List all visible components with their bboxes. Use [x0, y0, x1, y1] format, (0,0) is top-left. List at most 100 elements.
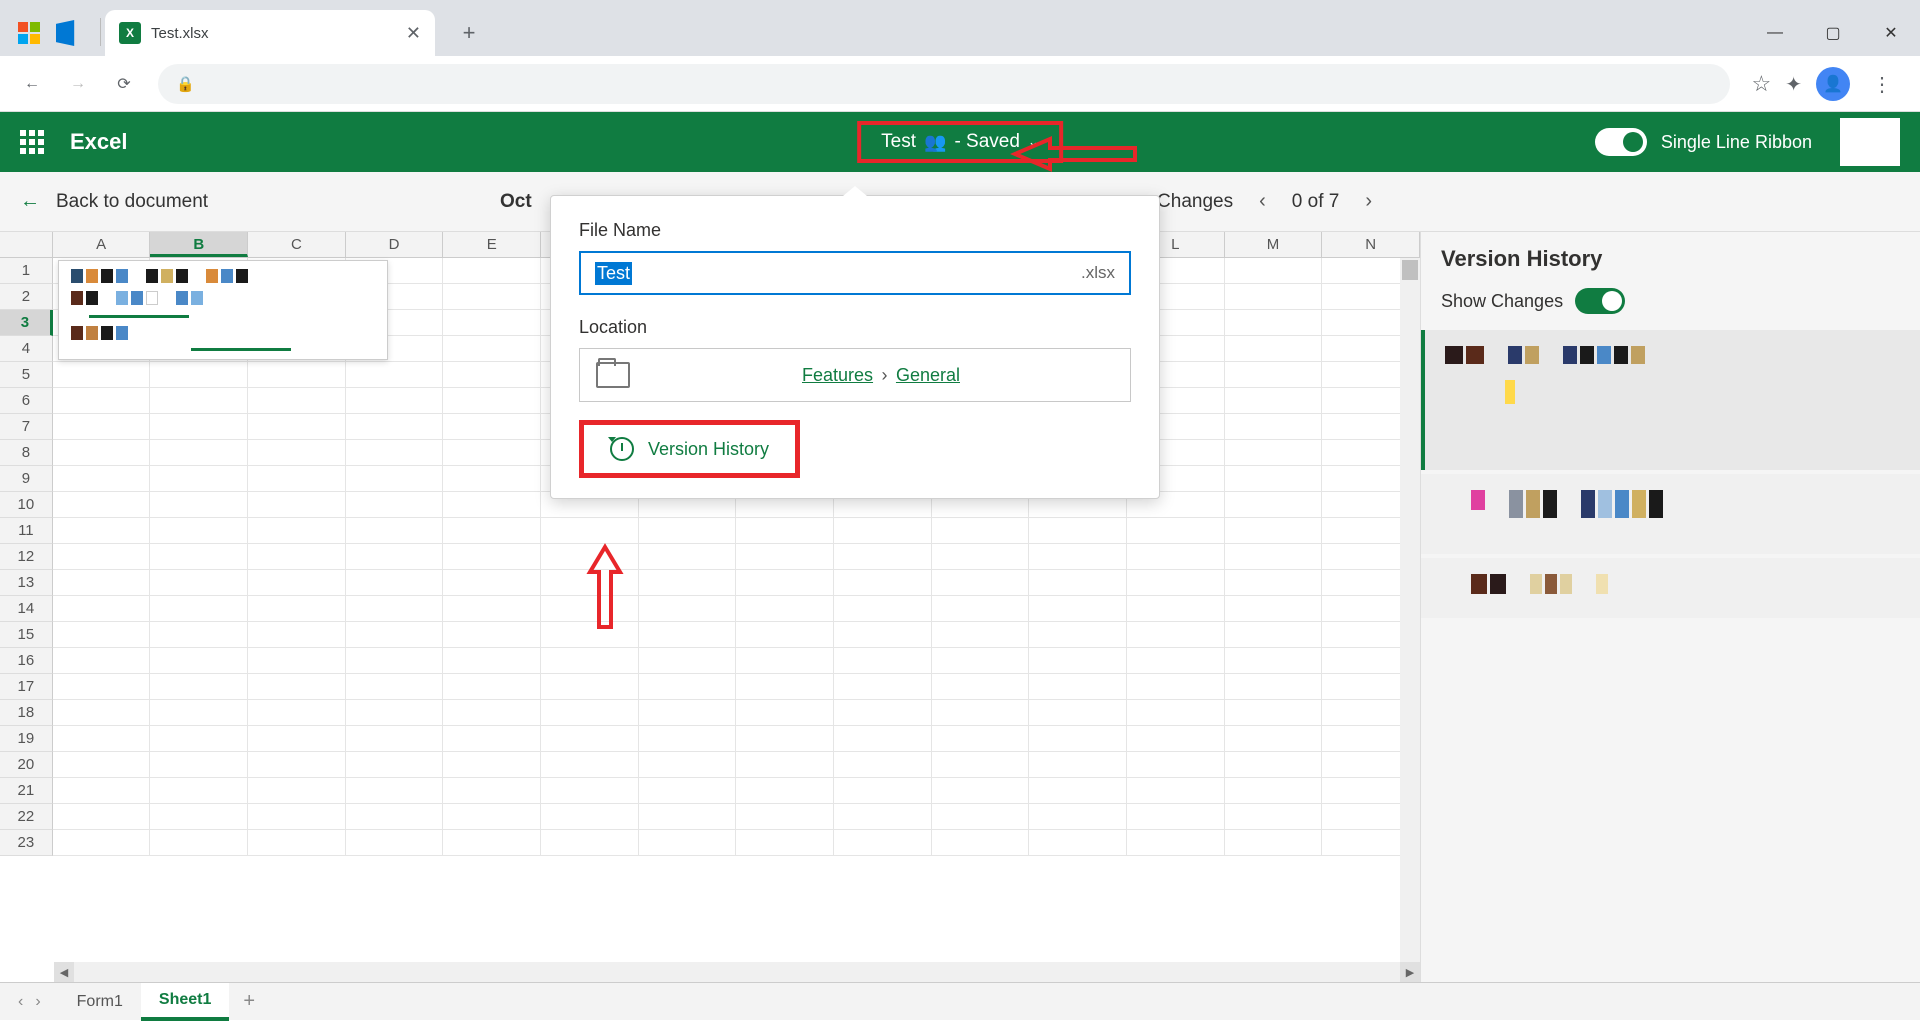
cell[interactable] [1225, 362, 1323, 388]
cell[interactable] [1029, 726, 1127, 752]
cell[interactable] [150, 518, 248, 544]
row-header[interactable]: 3 [0, 310, 53, 336]
cell[interactable] [443, 310, 541, 336]
row-header[interactable]: 1 [0, 258, 53, 284]
cell[interactable] [1225, 466, 1323, 492]
cell[interactable] [150, 570, 248, 596]
cell[interactable] [1127, 752, 1225, 778]
cell[interactable] [53, 674, 151, 700]
cell[interactable] [639, 544, 737, 570]
cell[interactable] [541, 674, 639, 700]
cell[interactable] [248, 726, 346, 752]
cell[interactable] [834, 700, 932, 726]
cell[interactable] [1225, 544, 1323, 570]
cell[interactable] [346, 752, 444, 778]
column-header[interactable]: A [53, 232, 151, 257]
cell[interactable] [1029, 804, 1127, 830]
cell[interactable] [736, 700, 834, 726]
cell[interactable] [443, 388, 541, 414]
row-header[interactable]: 18 [0, 700, 53, 726]
cell[interactable] [639, 778, 737, 804]
cell[interactable] [1127, 726, 1225, 752]
outlook-icon[interactable] [56, 20, 82, 46]
version-entry-current[interactable] [1421, 330, 1920, 470]
windows-logo-icon[interactable] [18, 22, 40, 44]
row-header[interactable]: 23 [0, 830, 53, 856]
cell[interactable] [736, 674, 834, 700]
new-tab-button[interactable]: + [451, 15, 487, 51]
cell[interactable] [932, 674, 1030, 700]
cell[interactable] [346, 726, 444, 752]
cell[interactable] [1225, 570, 1323, 596]
cell[interactable] [248, 596, 346, 622]
cell[interactable] [834, 518, 932, 544]
cell[interactable] [639, 570, 737, 596]
breadcrumb-link-2[interactable]: General [896, 365, 960, 385]
cell[interactable] [736, 778, 834, 804]
cell[interactable] [1029, 518, 1127, 544]
column-header[interactable]: D [346, 232, 444, 257]
cell[interactable] [248, 830, 346, 856]
cell[interactable] [443, 440, 541, 466]
cell[interactable] [834, 830, 932, 856]
cell[interactable] [53, 752, 151, 778]
cell[interactable] [248, 414, 346, 440]
cell[interactable] [248, 674, 346, 700]
cell[interactable] [346, 362, 444, 388]
cell[interactable] [443, 830, 541, 856]
cell[interactable] [639, 596, 737, 622]
version-entry[interactable] [1421, 474, 1920, 554]
cell[interactable] [541, 518, 639, 544]
cell[interactable] [346, 674, 444, 700]
extensions-icon[interactable]: ✦ [1785, 72, 1802, 97]
select-all-corner[interactable] [0, 232, 53, 257]
cell[interactable] [1225, 492, 1323, 518]
cell[interactable] [443, 570, 541, 596]
breadcrumb-link-1[interactable]: Features [802, 365, 873, 385]
cell[interactable] [248, 362, 346, 388]
cell[interactable] [53, 492, 151, 518]
cell[interactable] [834, 544, 932, 570]
cell[interactable] [1225, 336, 1323, 362]
next-change-button[interactable]: › [1357, 190, 1380, 213]
cell[interactable] [150, 362, 248, 388]
cell[interactable] [736, 830, 834, 856]
cell[interactable] [53, 388, 151, 414]
cell[interactable] [346, 700, 444, 726]
cell[interactable] [1029, 570, 1127, 596]
row-header[interactable]: 17 [0, 674, 53, 700]
cell[interactable] [248, 622, 346, 648]
cell[interactable] [443, 466, 541, 492]
cell[interactable] [1029, 544, 1127, 570]
cell[interactable] [1127, 700, 1225, 726]
cell[interactable] [248, 570, 346, 596]
reload-button[interactable]: ⟳ [104, 64, 144, 104]
cell[interactable] [541, 804, 639, 830]
cell[interactable] [932, 544, 1030, 570]
cell[interactable] [1225, 726, 1323, 752]
cell[interactable] [834, 622, 932, 648]
cell[interactable] [346, 544, 444, 570]
cell[interactable] [248, 700, 346, 726]
cell[interactable] [1225, 700, 1323, 726]
cell[interactable] [1127, 570, 1225, 596]
vertical-scrollbar[interactable] [1400, 258, 1420, 962]
cell[interactable] [1127, 648, 1225, 674]
cell[interactable] [248, 778, 346, 804]
minimize-button[interactable]: — [1746, 10, 1804, 56]
browser-menu-icon[interactable]: ⋮ [1864, 72, 1900, 97]
cell[interactable] [736, 726, 834, 752]
row-header[interactable]: 19 [0, 726, 53, 752]
cell[interactable] [541, 648, 639, 674]
scroll-thumb[interactable] [1402, 260, 1418, 280]
add-sheet-button[interactable]: + [229, 990, 269, 1013]
cell[interactable] [53, 778, 151, 804]
row-header[interactable]: 15 [0, 622, 53, 648]
cell[interactable] [443, 726, 541, 752]
tab-close-icon[interactable]: ✕ [406, 23, 421, 44]
cell[interactable] [1225, 518, 1323, 544]
row-header[interactable]: 22 [0, 804, 53, 830]
cell[interactable] [53, 544, 151, 570]
cell[interactable] [443, 648, 541, 674]
cell[interactable] [1127, 830, 1225, 856]
